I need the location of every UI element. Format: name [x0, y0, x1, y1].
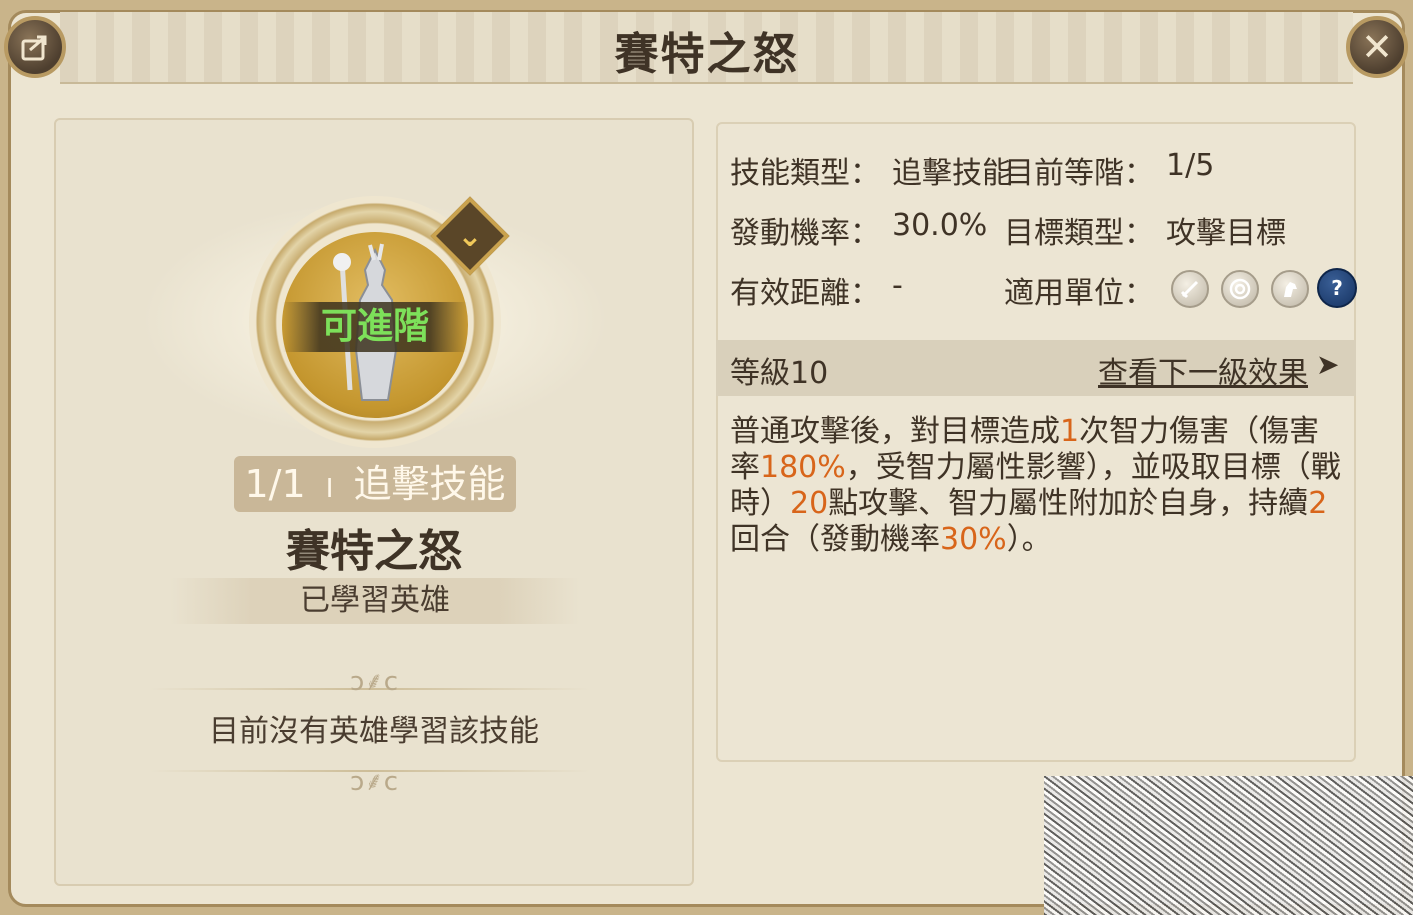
share-icon [21, 35, 47, 61]
sword-icon[interactable] [1171, 270, 1209, 308]
trigger-rate-label: 發動機率： [730, 216, 880, 251]
dialog-title: 賽特之怒 [614, 29, 799, 80]
horse-icon[interactable] [1271, 270, 1309, 308]
target-type-value: 攻擊目標 [1166, 216, 1286, 251]
ornament-bottom: ↄ⸙c [349, 767, 399, 797]
range-value: - [892, 268, 903, 303]
skill-type-label: 技能類型： [730, 156, 880, 191]
upgrade-available-badge: 可進階 [283, 302, 467, 352]
range-label: 有效距離： [730, 276, 880, 311]
current-rank-value: 1/5 [1166, 148, 1215, 183]
obscured-watermark-area [1044, 776, 1413, 915]
question-icon: ? [1331, 276, 1343, 300]
skill-name: 賽特之怒 [286, 526, 462, 577]
target-icon[interactable] [1221, 270, 1259, 308]
target-type-label: 目標類型： [1004, 216, 1154, 251]
current-rank-label: 目前等階： [1004, 156, 1154, 191]
level-label: 等級10 [730, 356, 829, 391]
share-button[interactable] [4, 16, 66, 78]
next-level-link[interactable]: 查看下一級效果 [1098, 348, 1308, 392]
separator: I [325, 474, 334, 504]
trigger-rate-value: 30.0% [892, 208, 988, 243]
close-icon: ✕ [1361, 25, 1393, 69]
units-label: 適用單位： [1004, 276, 1154, 311]
skill-type: 追擊技能 [353, 462, 506, 506]
learned-heroes-header: 已學習英雄 [170, 578, 580, 624]
no-hero-message: 目前沒有英雄學習該技能 [209, 714, 539, 749]
help-icon[interactable]: ? [1317, 268, 1357, 308]
chevron-down-icon: ⌄ [457, 218, 483, 254]
skill-rank-type-pill: 1/1 I 追擊技能 [234, 456, 516, 512]
skill-type-value: 追擊技能 [892, 156, 1012, 191]
skill-description: 普通攻擊後，對目標造成1次智力傷害（傷害率180%，受智力屬性影響），並吸取目標… [730, 414, 1341, 557]
skill-rank: 1/1 [244, 462, 306, 506]
arrow-right-icon[interactable]: ➤ [1316, 348, 1339, 381]
ornament-top: ↄ⸙c [349, 667, 399, 697]
close-button[interactable]: ✕ [1346, 16, 1408, 78]
